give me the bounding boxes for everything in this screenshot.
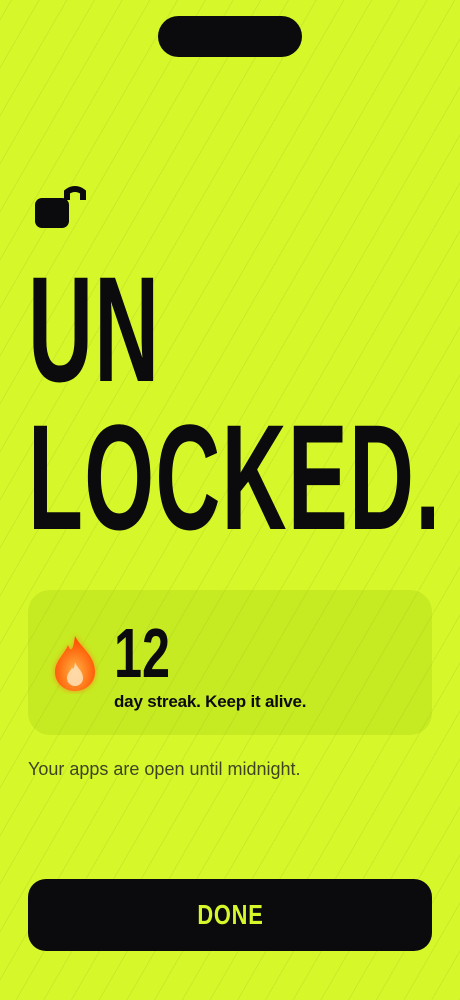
dynamic-island — [158, 16, 302, 57]
hero-title: UN LOCKED. — [28, 245, 448, 561]
hero-title-line-2: LOCKED. — [28, 393, 442, 561]
streak-count: 12 — [114, 614, 171, 692]
done-button[interactable]: DONE — [28, 879, 432, 951]
streak-card: 12 day streak. Keep it alive. — [28, 590, 432, 735]
hero-title-line-1: UN — [28, 245, 161, 413]
flame-icon — [54, 634, 96, 692]
unlocked-padlock-icon — [35, 186, 86, 228]
streak-caption: day streak. Keep it alive. — [114, 692, 307, 711]
done-button-label: DONE — [196, 899, 264, 930]
apps-open-message: Your apps are open until midnight. — [28, 759, 301, 779]
